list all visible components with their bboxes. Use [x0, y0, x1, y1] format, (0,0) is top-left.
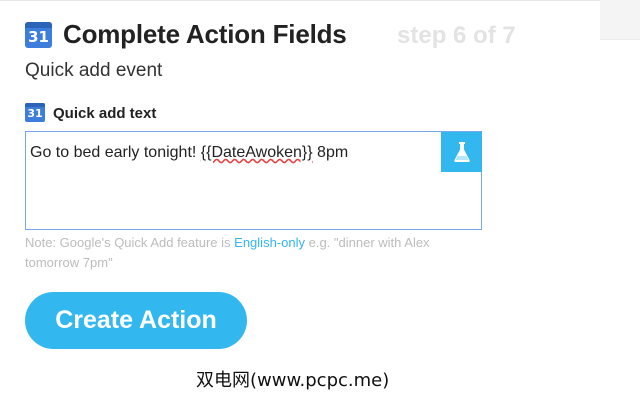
english-only-link[interactable]: English-only [234, 235, 305, 250]
google-calendar-small-icon: 31 [25, 103, 45, 122]
calendar-small-icon-number: 31 [27, 107, 43, 120]
calendar-icon-number: 31 [28, 28, 49, 46]
flask-icon [453, 142, 470, 162]
ingredient-token[interactable]: {{DateAwoken}} [201, 144, 313, 161]
field-value-prefix: Go to bed early tonight! [30, 144, 201, 161]
quick-add-text-field[interactable]: Go to bed early tonight! {{DateAwoken}} … [25, 131, 482, 230]
header-edge-panel [600, 0, 640, 40]
field-value[interactable]: Go to bed early tonight! {{DateAwoken}} … [30, 144, 348, 162]
page-title: Complete Action Fields [63, 19, 347, 49]
field-note: Note: Google's Quick Add feature is Engl… [25, 233, 465, 273]
step-indicator: step 6 of 7 [397, 22, 516, 49]
action-name: Quick add event [25, 60, 163, 81]
field-label: Quick add text [53, 105, 157, 122]
note-text-before: Note: Google's Quick Add feature is [25, 235, 235, 250]
add-ingredient-button[interactable] [441, 132, 482, 172]
field-value-suffix: 8pm [312, 144, 349, 161]
google-calendar-icon: 31 [25, 22, 52, 48]
watermark: 双电网(www.pcpc.me) [196, 370, 390, 391]
top-divider [0, 0, 640, 1]
create-action-button[interactable]: Create Action [25, 292, 247, 349]
